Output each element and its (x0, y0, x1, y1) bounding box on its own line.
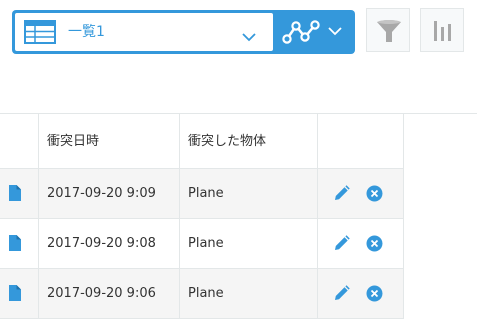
pencil-icon[interactable] (333, 285, 350, 306)
document-icon[interactable] (9, 285, 21, 305)
document-icon[interactable] (9, 235, 21, 255)
column-header-datetime[interactable]: 衝突日時 (47, 134, 99, 150)
view-name: 一覧1 (68, 24, 105, 40)
cell-object: Plane (188, 186, 224, 201)
graph-button[interactable] (420, 8, 464, 52)
table-row: 2017-09-20 9:09 Plane (0, 169, 404, 219)
column-header-object[interactable]: 衝突した物体 (188, 134, 266, 150)
column-divider (38, 114, 39, 319)
chart-button[interactable] (274, 10, 326, 54)
close-circle-icon[interactable] (366, 185, 383, 206)
table-row: 2017-09-20 9:08 Plane (0, 219, 404, 269)
pencil-icon[interactable] (333, 185, 350, 206)
row-divider (0, 218, 404, 219)
filter-button[interactable] (366, 8, 410, 52)
row-divider (0, 168, 404, 169)
cell-object: Plane (188, 286, 224, 301)
cell-datetime: 2017-09-20 9:09 (47, 186, 156, 201)
row-divider (0, 318, 404, 319)
pencil-icon[interactable] (333, 235, 350, 256)
cell-object: Plane (188, 236, 224, 251)
close-circle-icon[interactable] (366, 285, 383, 306)
row-divider (0, 268, 404, 269)
column-divider (317, 114, 318, 319)
column-divider (179, 114, 180, 319)
view-toolbar: 一覧1 (12, 10, 355, 54)
chart-menu-button[interactable] (326, 10, 355, 54)
column-divider (403, 114, 404, 319)
cell-datetime: 2017-09-20 9:06 (47, 286, 156, 301)
cell-datetime: 2017-09-20 9:08 (47, 236, 156, 251)
table-icon (24, 20, 56, 48)
document-icon[interactable] (9, 185, 21, 205)
table-header-row: 衝突日時 衝突した物体 (0, 114, 404, 169)
view-select-dropdown[interactable]: 一覧1 (15, 13, 273, 51)
close-circle-icon[interactable] (366, 235, 383, 256)
chevron-down-icon (242, 27, 256, 46)
table-row: 2017-09-20 9:06 Plane (0, 269, 404, 319)
